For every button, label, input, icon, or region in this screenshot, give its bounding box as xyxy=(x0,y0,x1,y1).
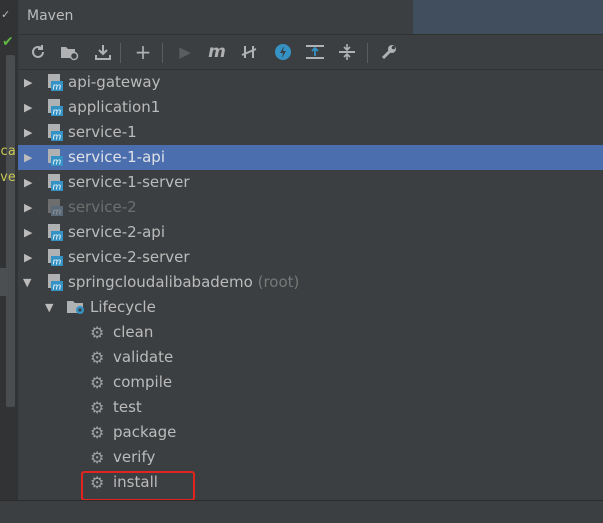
expand-arrow-icon[interactable]: ▶ xyxy=(24,201,32,214)
root-tag: (root) xyxy=(257,273,300,291)
lifecycle-goal-test[interactable]: ⚙ test xyxy=(18,395,603,420)
lifecycle-folder-icon xyxy=(67,301,84,314)
skip-tests-icon[interactable] xyxy=(272,41,294,63)
tree-item-label: service-1-server xyxy=(68,173,190,191)
svg-text:m: m xyxy=(53,283,62,292)
tree-item-label: service-1-api xyxy=(68,148,165,166)
maven-module-icon: m xyxy=(48,174,63,192)
goal-label: compile xyxy=(113,373,173,391)
root-project-name: springcloudalibabademo xyxy=(68,273,253,291)
generate-sources-icon[interactable] xyxy=(58,41,80,63)
maven-toolbar: + ▶ m xyxy=(18,35,603,70)
tree-item-label: service-1 xyxy=(68,123,137,141)
maven-project-tree: ▶ m api-gateway ▶ m application1 ▶ m ser… xyxy=(18,70,603,500)
gutter-code-fragment: ca xyxy=(0,144,16,159)
gear-icon: ⚙ xyxy=(90,448,105,467)
collapse-arrow-icon[interactable]: ▼ xyxy=(45,301,53,314)
check-icon: ✔ xyxy=(2,34,14,50)
tree-item-application1[interactable]: ▶ m application1 xyxy=(18,95,603,120)
expand-arrow-icon[interactable]: ▶ xyxy=(24,126,32,139)
reload-icon[interactable] xyxy=(27,41,49,63)
toolbar-separator xyxy=(367,43,368,63)
expand-arrow-icon[interactable]: ▶ xyxy=(24,151,32,164)
tree-item-label: service-2 xyxy=(68,198,137,216)
toolbar-separator xyxy=(120,43,121,63)
expand-arrow-icon[interactable]: ▶ xyxy=(24,101,32,114)
install-highlight-box xyxy=(81,471,195,501)
svg-text:m: m xyxy=(53,208,62,217)
tree-item-label: service-2-api xyxy=(68,223,165,241)
tree-item-label: springcloudalibabademo (root) xyxy=(68,273,299,291)
maven-module-icon: m xyxy=(48,149,63,167)
bottom-strip xyxy=(0,500,603,523)
expand-arrow-icon[interactable]: ▶ xyxy=(24,76,32,89)
maven-module-icon: m xyxy=(48,274,63,292)
tree-item-lifecycle[interactable]: ▼ Lifecycle xyxy=(18,295,603,320)
goal-label: package xyxy=(113,423,177,441)
maven-module-icon: m xyxy=(48,124,63,142)
tree-item-label: application1 xyxy=(68,98,161,116)
goal-label: validate xyxy=(113,348,174,366)
svg-text:m: m xyxy=(53,133,62,142)
execute-goal-icon[interactable]: m xyxy=(206,41,228,63)
gear-icon: ⚙ xyxy=(90,373,105,392)
svg-text:m: m xyxy=(53,183,62,192)
svg-text:m: m xyxy=(53,258,62,267)
maven-module-icon: m xyxy=(48,74,63,92)
gear-icon: ⚙ xyxy=(90,348,105,367)
panel-header-highlight xyxy=(413,0,603,34)
tree-item-label: service-2-server xyxy=(68,248,190,266)
toolbar-separator xyxy=(162,43,163,63)
tree-item-service-2[interactable]: ▶ m service-2 xyxy=(18,195,603,220)
lifecycle-goal-clean[interactable]: ⚙ clean xyxy=(18,320,603,345)
panel-title: Maven xyxy=(27,8,74,24)
gutter-scrollbar[interactable] xyxy=(6,55,15,407)
settings-icon[interactable] xyxy=(378,41,400,63)
lifecycle-goal-package[interactable]: ⚙ package xyxy=(18,420,603,445)
toggle-offline-icon[interactable] xyxy=(238,41,260,63)
maven-module-icon: m xyxy=(48,249,63,267)
tree-item-root-project[interactable]: ▼ m springcloudalibabademo (root) xyxy=(18,270,603,295)
maven-module-icon: m xyxy=(48,99,63,117)
gutter-marker xyxy=(0,268,8,296)
run-icon[interactable]: ▶ xyxy=(174,41,196,63)
tree-item-label: api-gateway xyxy=(68,73,161,91)
expand-arrow-icon[interactable]: ▶ xyxy=(24,251,32,264)
lifecycle-goal-validate[interactable]: ⚙ validate xyxy=(18,345,603,370)
collapse-all-icon[interactable] xyxy=(336,41,358,63)
show-dependencies-icon[interactable] xyxy=(304,41,326,63)
expand-arrow-icon[interactable]: ▶ xyxy=(24,176,32,189)
goal-label: test xyxy=(113,398,142,416)
tree-item-service-1-server[interactable]: ▶ m service-1-server xyxy=(18,170,603,195)
tree-item-service-2-api[interactable]: ▶ m service-2-api xyxy=(18,220,603,245)
expand-arrow-icon[interactable]: ▶ xyxy=(24,226,32,239)
tree-item-service-1[interactable]: ▶ m service-1 xyxy=(18,120,603,145)
editor-gutter: ✓ ✔ ca ve xyxy=(0,0,18,522)
tree-item-api-gateway[interactable]: ▶ m api-gateway xyxy=(18,70,603,95)
svg-text:m: m xyxy=(53,83,62,92)
maven-module-icon: m xyxy=(48,199,63,217)
goal-label: verify xyxy=(113,448,156,466)
goal-label: clean xyxy=(113,323,154,341)
download-icon[interactable] xyxy=(92,41,114,63)
lifecycle-goal-verify[interactable]: ⚙ verify xyxy=(18,445,603,470)
gutter-code-fragment: ve xyxy=(0,170,16,185)
gear-icon: ⚙ xyxy=(90,323,105,342)
maven-module-icon: m xyxy=(48,224,63,242)
lifecycle-goal-compile[interactable]: ⚙ compile xyxy=(18,370,603,395)
gear-icon: ⚙ xyxy=(90,398,105,417)
svg-text:m: m xyxy=(53,233,62,242)
tree-item-service-2-server[interactable]: ▶ m service-2-server xyxy=(18,245,603,270)
svg-text:m: m xyxy=(53,108,62,117)
chevron-icon[interactable]: ✓ xyxy=(1,8,10,21)
tree-item-service-1-api[interactable]: ▶ m service-1-api xyxy=(18,145,603,170)
panel-header: Maven xyxy=(18,0,603,35)
gear-icon: ⚙ xyxy=(90,423,105,442)
tree-item-label: Lifecycle xyxy=(90,298,156,316)
add-icon[interactable]: + xyxy=(132,40,154,64)
svg-text:m: m xyxy=(53,158,62,167)
collapse-arrow-icon[interactable]: ▼ xyxy=(23,276,31,289)
